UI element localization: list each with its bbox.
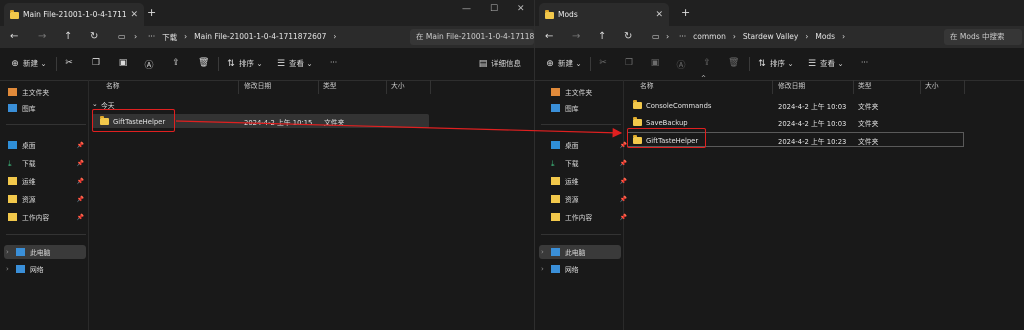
arrow-line: [175, 120, 623, 138]
arrow-annotation: [175, 120, 623, 138]
